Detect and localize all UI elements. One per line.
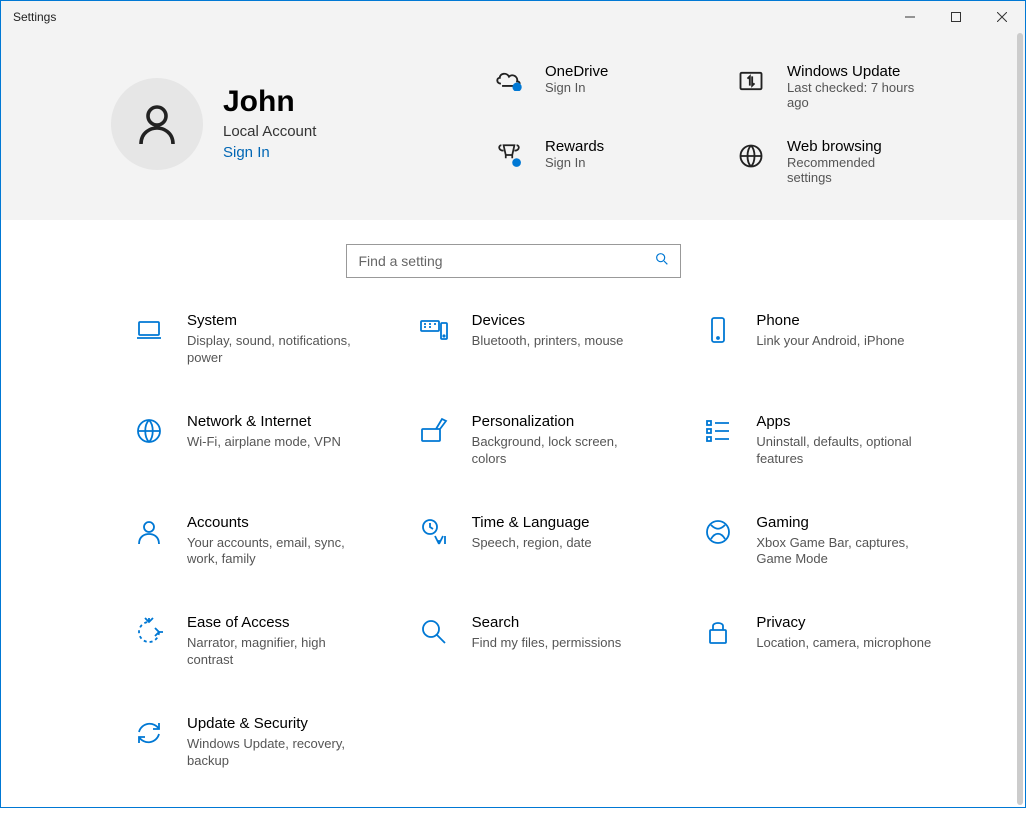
- title-bar: Settings: [1, 1, 1025, 33]
- laptop-icon: [131, 312, 167, 348]
- list-icon: [700, 413, 736, 449]
- account-type: Local Account: [223, 123, 316, 140]
- tile-subtitle: Sign In: [545, 155, 604, 170]
- cloud-icon: [491, 63, 527, 91]
- minimize-button[interactable]: [887, 1, 933, 33]
- cat-desc: Display, sound, notifications, power: [187, 333, 367, 367]
- user-name: John: [223, 87, 316, 117]
- cat-title: Accounts: [187, 514, 367, 531]
- cat-title: Update & Security: [187, 715, 367, 732]
- sync-icon: [131, 715, 167, 751]
- cat-desc: Speech, region, date: [472, 535, 592, 552]
- person-icon: [133, 100, 181, 148]
- search-icon: [654, 251, 670, 272]
- xbox-icon: [700, 514, 736, 550]
- phone-icon: [700, 312, 736, 348]
- search-input[interactable]: [357, 252, 654, 270]
- window-controls: [887, 1, 1025, 33]
- cat-desc: Find my files, permissions: [472, 635, 622, 652]
- cat-desc: Location, camera, microphone: [756, 635, 931, 652]
- categories-grid: System Display, sound, notifications, pow…: [131, 312, 965, 770]
- brush-icon: [416, 413, 452, 449]
- category-privacy[interactable]: Privacy Location, camera, microphone: [700, 614, 965, 669]
- tile-subtitle: Last checked: 7 hours ago: [787, 80, 917, 110]
- cat-desc: Wi-Fi, airplane mode, VPN: [187, 434, 341, 451]
- tile-subtitle: Sign In: [545, 80, 608, 95]
- cat-desc: Uninstall, defaults, optional features: [756, 434, 936, 468]
- cat-title: System: [187, 312, 367, 329]
- tile-title: Windows Update: [787, 63, 917, 80]
- tile-title: OneDrive: [545, 63, 608, 80]
- search-box[interactable]: [346, 244, 681, 278]
- tile-title: Rewards: [545, 138, 604, 155]
- cat-title: Apps: [756, 413, 936, 430]
- cat-title: Phone: [756, 312, 904, 329]
- rewards-icon: [491, 138, 527, 168]
- lock-icon: [700, 614, 736, 650]
- cat-title: Time & Language: [472, 514, 592, 531]
- window-title: Settings: [1, 10, 56, 24]
- category-system[interactable]: System Display, sound, notifications, pow…: [131, 312, 396, 367]
- category-time[interactable]: Time & Language Speech, region, date: [416, 514, 681, 569]
- avatar: [111, 78, 203, 170]
- devices-icon: [416, 312, 452, 348]
- header-tiles: OneDrive Sign In Windows Update Last che…: [491, 63, 965, 185]
- cat-desc: Bluetooth, printers, mouse: [472, 333, 624, 350]
- scrollbar[interactable]: [1017, 33, 1023, 805]
- cat-title: Personalization: [472, 413, 652, 430]
- globe-icon: [733, 138, 769, 170]
- tile-windows-update[interactable]: Windows Update Last checked: 7 hours ago: [733, 63, 965, 110]
- tile-subtitle: Recommended settings: [787, 155, 897, 185]
- category-personalization[interactable]: Personalization Background, lock screen, …: [416, 413, 681, 468]
- accessibility-icon: [131, 614, 167, 650]
- cat-desc: Narrator, magnifier, high contrast: [187, 635, 367, 669]
- cat-desc: Xbox Game Bar, captures, Game Mode: [756, 535, 936, 569]
- user-block: John Local Account Sign In: [111, 63, 491, 185]
- category-devices[interactable]: Devices Bluetooth, printers, mouse: [416, 312, 681, 367]
- categories-panel: System Display, sound, notifications, pow…: [1, 292, 1025, 826]
- person-icon: [131, 514, 167, 550]
- sign-in-link[interactable]: Sign In: [223, 144, 316, 161]
- category-network[interactable]: Network & Internet Wi-Fi, airplane mode, …: [131, 413, 396, 468]
- cat-title: Search: [472, 614, 622, 631]
- cat-desc: Your accounts, email, sync, work, family: [187, 535, 367, 569]
- cat-title: Network & Internet: [187, 413, 341, 430]
- tile-title: Web browsing: [787, 138, 897, 155]
- update-icon: [733, 63, 769, 95]
- close-button[interactable]: [979, 1, 1025, 33]
- cat-title: Ease of Access: [187, 614, 367, 631]
- tile-web-browsing[interactable]: Web browsing Recommended settings: [733, 138, 965, 185]
- clock-language-icon: [416, 514, 452, 550]
- header-panel: John Local Account Sign In OneDrive Sign…: [1, 33, 1025, 220]
- cat-title: Gaming: [756, 514, 936, 531]
- category-update-security[interactable]: Update & Security Windows Update, recover…: [131, 715, 396, 770]
- maximize-button[interactable]: [933, 1, 979, 33]
- cat-title: Devices: [472, 312, 624, 329]
- search-area: [1, 220, 1025, 292]
- cat-title: Privacy: [756, 614, 931, 631]
- tile-onedrive[interactable]: OneDrive Sign In: [491, 63, 723, 110]
- globe-icon: [131, 413, 167, 449]
- cat-desc: Link your Android, iPhone: [756, 333, 904, 350]
- search-icon: [416, 614, 452, 650]
- category-ease-of-access[interactable]: Ease of Access Narrator, magnifier, high …: [131, 614, 396, 669]
- category-gaming[interactable]: Gaming Xbox Game Bar, captures, Game Mode: [700, 514, 965, 569]
- tile-rewards[interactable]: Rewards Sign In: [491, 138, 723, 185]
- cat-desc: Windows Update, recovery, backup: [187, 736, 367, 770]
- cat-desc: Background, lock screen, colors: [472, 434, 652, 468]
- category-apps[interactable]: Apps Uninstall, defaults, optional featur…: [700, 413, 965, 468]
- category-phone[interactable]: Phone Link your Android, iPhone: [700, 312, 965, 367]
- category-accounts[interactable]: Accounts Your accounts, email, sync, work…: [131, 514, 396, 569]
- category-search[interactable]: Search Find my files, permissions: [416, 614, 681, 669]
